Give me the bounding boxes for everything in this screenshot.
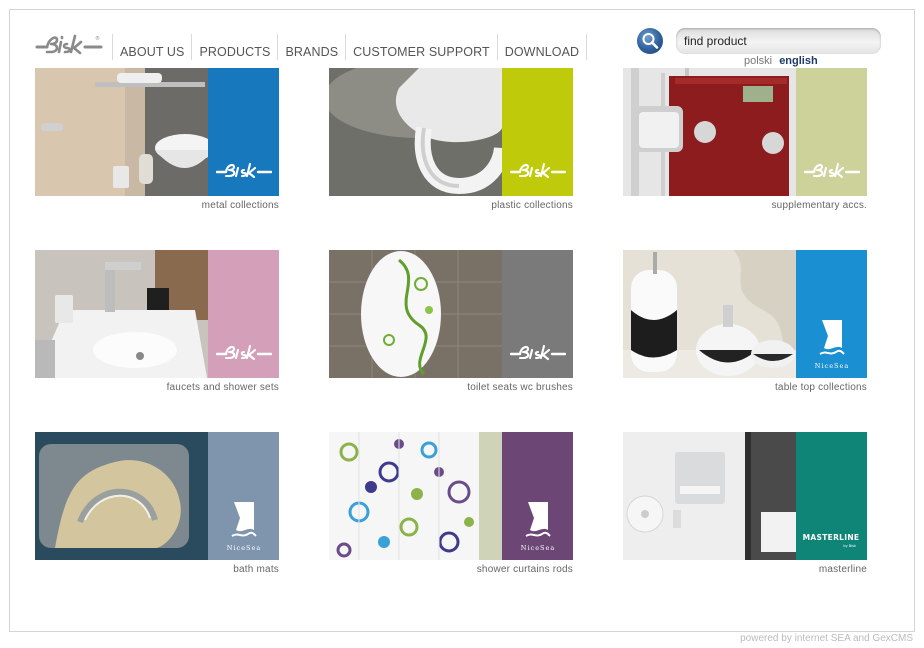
magnifier-icon: [642, 33, 659, 49]
nav-products[interactable]: PRODUCTS: [191, 34, 277, 60]
brand-wordmark: NiceSea: [521, 544, 555, 552]
footer-credit: powered by internet SEA and GexCMS: [740, 633, 913, 644]
bisk-logo[interactable]: ®: [35, 32, 103, 63]
lang-polski-link[interactable]: polski: [744, 55, 772, 67]
category-tile[interactable]: NiceSea: [329, 432, 573, 560]
brand-panel: [502, 250, 573, 378]
language-switch: polski english: [744, 55, 818, 67]
category-tile[interactable]: [623, 68, 867, 196]
nav-customer-support[interactable]: CUSTOMER SUPPORT: [345, 34, 497, 60]
nav-download[interactable]: DOWNLOAD: [496, 34, 588, 60]
category-caption[interactable]: plastic collections: [329, 200, 573, 211]
main-nav: ABOUT US PRODUCTS BRANDS CUSTOMER SUPPOR…: [112, 34, 588, 60]
category-tile[interactable]: [35, 250, 279, 378]
brand-panel: MASTERLINE by Bisk: [796, 432, 867, 560]
category-photo: [329, 250, 502, 378]
brand-panel: [208, 68, 279, 196]
category-caption[interactable]: bath mats: [35, 564, 279, 575]
bisk-brand-icon: [510, 344, 566, 361]
bisk-brand-icon: [216, 344, 272, 361]
brand-panel: NiceSea: [208, 432, 279, 560]
category-tile[interactable]: NiceSea: [623, 250, 867, 378]
nav-brands[interactable]: BRANDS: [277, 34, 345, 60]
category-photo: [623, 250, 796, 378]
category-caption[interactable]: table top collections: [623, 382, 867, 393]
brand-sub: by Bisk: [843, 544, 857, 548]
category-photo: [623, 68, 796, 196]
category-tile[interactable]: [329, 250, 573, 378]
category-caption[interactable]: masterline: [623, 564, 867, 575]
category-caption[interactable]: supplementary accs.: [623, 200, 867, 211]
brand-wordmark: NiceSea: [227, 544, 261, 552]
category-caption[interactable]: faucets and shower sets: [35, 382, 279, 393]
brand-panel: NiceSea: [796, 250, 867, 378]
category-caption[interactable]: metal collections: [35, 200, 279, 211]
category-photo: [35, 68, 208, 196]
category-photo: [329, 432, 502, 560]
nicesea-brand-icon: NiceSea: [227, 502, 261, 552]
bisk-brand-icon: [216, 162, 272, 179]
category-tile[interactable]: NiceSea: [35, 432, 279, 560]
bisk-brand-icon: [510, 162, 566, 179]
nicesea-brand-icon: NiceSea: [815, 320, 849, 370]
brand-panel: [208, 250, 279, 378]
category-tile[interactable]: [35, 68, 279, 196]
brand-panel: NiceSea: [502, 432, 573, 560]
brand-panel: [502, 68, 573, 196]
category-caption[interactable]: shower curtains rods: [329, 564, 573, 575]
svg-text:®: ®: [95, 35, 100, 42]
category-photo: [35, 432, 208, 560]
category-tile[interactable]: MASTERLINE by Bisk: [623, 432, 867, 560]
category-photo: [329, 68, 502, 196]
search-button[interactable]: [637, 28, 663, 54]
category-tile[interactable]: [329, 68, 573, 196]
brand-wordmark: NiceSea: [815, 362, 849, 370]
search-input[interactable]: [676, 28, 881, 54]
nicesea-brand-icon: NiceSea: [521, 502, 555, 552]
lang-english-link[interactable]: english: [779, 55, 818, 67]
brand-wordmark: MASTERLINE: [803, 533, 860, 542]
category-caption[interactable]: toilet seats wc brushes: [329, 382, 573, 393]
nav-about-us[interactable]: ABOUT US: [112, 34, 191, 60]
category-photo: [35, 250, 208, 378]
brand-panel: [796, 68, 867, 196]
category-photo: [623, 432, 796, 560]
bisk-brand-icon: [804, 162, 860, 179]
masterline-brand-icon: MASTERLINE by Bisk: [803, 533, 860, 548]
